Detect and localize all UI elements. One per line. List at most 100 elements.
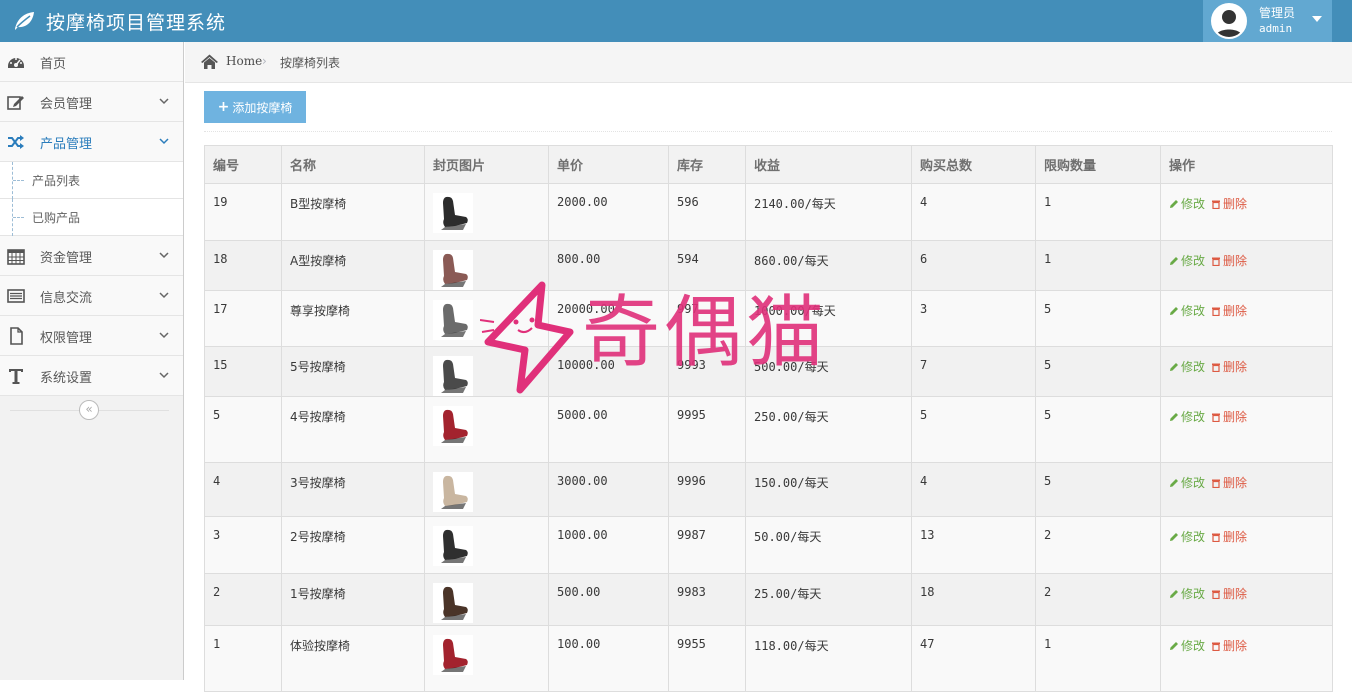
edit-link[interactable]: 修改: [1169, 304, 1205, 318]
sidebar-subitem-product-list[interactable]: 产品列表: [0, 162, 183, 199]
delete-link[interactable]: 删除: [1211, 639, 1247, 653]
col-header-actions: 操作: [1160, 145, 1333, 184]
col-header-limit[interactable]: 限购数量: [1035, 145, 1161, 184]
delete-link[interactable]: 删除: [1211, 304, 1247, 318]
edit-link[interactable]: 修改: [1169, 530, 1205, 544]
chair-thumbnail[interactable]: [433, 356, 473, 396]
col-header-bought[interactable]: 购买总数: [911, 145, 1036, 184]
double-chevron-left-icon[interactable]: «: [79, 400, 99, 420]
chair-thumbnail[interactable]: [433, 526, 473, 566]
cell-id: 3: [204, 516, 282, 574]
sidebar-item-label: 系统设置: [40, 371, 93, 386]
delete-link[interactable]: 删除: [1211, 587, 1247, 601]
cell-income: 2140.00/每天: [745, 183, 912, 241]
table-row: 4 3号按摩椅 3000.00 9996 150.00/每天 4 5 修改 删除: [204, 462, 1333, 517]
cell-limit: 2: [1035, 573, 1161, 626]
chair-thumbnail[interactable]: [433, 472, 473, 512]
edit-link[interactable]: 修改: [1169, 639, 1205, 653]
pencil-icon: [1170, 307, 1178, 315]
chair-thumbnail[interactable]: [433, 635, 473, 675]
edit-link[interactable]: 修改: [1169, 197, 1205, 211]
sidebar-item-settings[interactable]: 系统设置: [0, 356, 183, 396]
cell-id: 17: [204, 290, 282, 347]
cell-name: 5号按摩椅: [281, 346, 425, 397]
cell-price: 3000.00: [548, 462, 669, 517]
sidebar-item-funds[interactable]: 资金管理: [0, 236, 183, 276]
sidebar-item-members[interactable]: 会员管理: [0, 82, 183, 122]
delete-link[interactable]: 删除: [1211, 530, 1247, 544]
edit-link[interactable]: 修改: [1169, 360, 1205, 374]
col-header-cover[interactable]: 封页图片: [424, 145, 549, 184]
delete-link[interactable]: 删除: [1211, 360, 1247, 374]
cell-bought: 6: [911, 240, 1036, 291]
chair-thumbnail[interactable]: [433, 583, 473, 623]
cell-price: 100.00: [548, 625, 669, 692]
col-header-id[interactable]: 编号: [204, 145, 282, 184]
chair-thumbnail[interactable]: [433, 406, 473, 446]
edit-link[interactable]: 修改: [1169, 476, 1205, 490]
cell-bought: 4: [911, 462, 1036, 517]
edit-link[interactable]: 修改: [1169, 410, 1205, 424]
col-header-stock[interactable]: 库存: [668, 145, 746, 184]
chevron-right-icon: ›: [262, 54, 267, 68]
cell-name: A型按摩椅: [281, 240, 425, 291]
delete-link[interactable]: 删除: [1211, 410, 1247, 424]
sidebar-item-products[interactable]: 产品管理: [0, 122, 183, 162]
cell-cover: [424, 625, 549, 692]
cell-limit: 5: [1035, 396, 1161, 463]
chair-thumbnail[interactable]: [433, 300, 473, 340]
sidebar-collapse: «: [0, 396, 183, 426]
brand[interactable]: 按摩椅项目管理系统: [12, 0, 226, 42]
chevron-down-icon: [159, 332, 169, 339]
cell-stock: 9955: [668, 625, 746, 692]
chair-thumbnail[interactable]: [433, 193, 473, 233]
breadcrumb-home[interactable]: Home: [226, 54, 262, 68]
delete-link[interactable]: 删除: [1211, 254, 1247, 268]
list-icon: [7, 289, 25, 303]
cell-bought: 7: [911, 346, 1036, 397]
cell-price: 2000.00: [548, 183, 669, 241]
sidebar-subitem-purchased[interactable]: 已购产品: [0, 199, 183, 236]
sidebar-item-label: 会员管理: [40, 97, 93, 112]
pencil-icon: [1170, 642, 1178, 650]
table-row: 19 B型按摩椅 2000.00 596 2140.00/每天 4 1 修改 删除: [204, 183, 1333, 241]
sidebar-item-home[interactable]: 首页: [0, 42, 183, 82]
chevron-down-icon: [159, 252, 169, 259]
sidebar-item-messages[interactable]: 信息交流: [0, 276, 183, 316]
cell-cover: [424, 240, 549, 291]
trash-icon: [1212, 200, 1221, 209]
pencil-icon: [1170, 413, 1178, 421]
cell-name: 4号按摩椅: [281, 396, 425, 463]
pencil-icon: [1170, 479, 1178, 487]
cell-income: 25.00/每天: [745, 573, 912, 626]
chair-table: 编号 名称 封页图片 单价 库存 收益 购买总数 限购数量 操作 19 B型按摩椅…: [204, 145, 1333, 692]
col-header-name[interactable]: 名称: [281, 145, 425, 184]
col-header-income[interactable]: 收益: [745, 145, 912, 184]
delete-link[interactable]: 删除: [1211, 197, 1247, 211]
add-chair-button[interactable]: + 添加按摩椅: [204, 91, 306, 123]
cell-limit: 5: [1035, 346, 1161, 397]
col-header-price[interactable]: 单价: [548, 145, 669, 184]
cell-name: B型按摩椅: [281, 183, 425, 241]
table-row: 17 尊享按摩椅 20000.00 997 1000.00/每天 3 5 修改 删除: [204, 290, 1333, 347]
edit-link[interactable]: 修改: [1169, 254, 1205, 268]
user-menu[interactable]: 管理员 admin: [1203, 0, 1332, 42]
user-name: admin: [1259, 22, 1293, 35]
cell-id: 5: [204, 396, 282, 463]
delete-link[interactable]: 删除: [1211, 476, 1247, 490]
sidebar-item-label: 权限管理: [40, 331, 93, 346]
cell-bought: 3: [911, 290, 1036, 347]
caret-down-icon[interactable]: [1312, 16, 1322, 22]
sidebar-item-permissions[interactable]: 权限管理: [0, 316, 183, 356]
sidebar-item-label: 首页: [40, 57, 67, 72]
cell-price: 500.00: [548, 573, 669, 626]
sidebar-subitem-label: 产品列表: [32, 174, 81, 188]
delete-label: 删除: [1223, 530, 1248, 544]
edit-link[interactable]: 修改: [1169, 587, 1205, 601]
breadcrumb-current: 按摩椅列表: [280, 56, 341, 70]
cell-income: 860.00/每天: [745, 240, 912, 291]
table-header: 编号 名称 封页图片 单价 库存 收益 购买总数 限购数量 操作: [204, 145, 1333, 184]
chair-thumbnail[interactable]: [433, 250, 473, 290]
trash-icon: [1212, 479, 1221, 488]
cell-name: 1号按摩椅: [281, 573, 425, 626]
